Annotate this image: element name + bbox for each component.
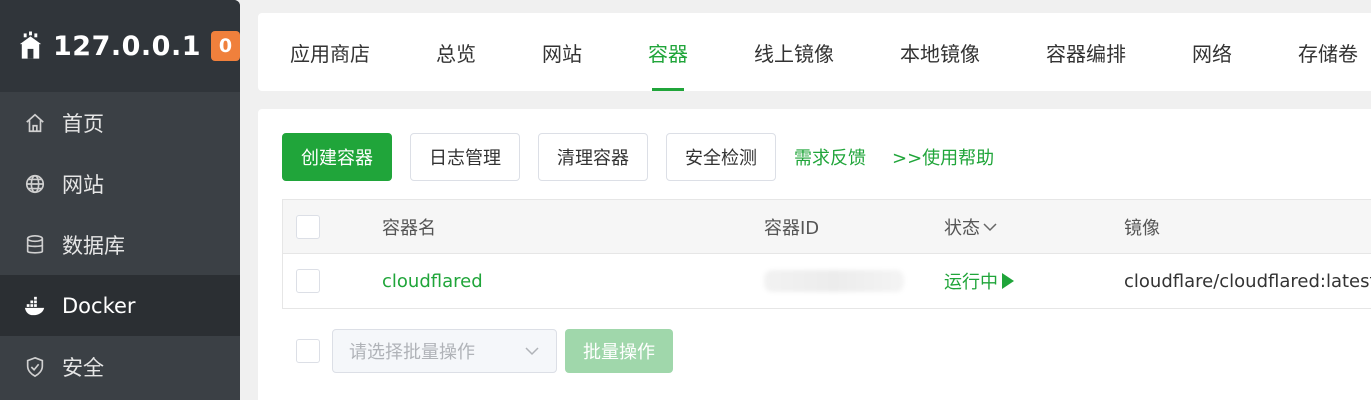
create-container-button[interactable]: 创建容器 [282, 133, 392, 181]
server-brand: 127.0.0.1 0 [0, 0, 240, 92]
batch-select-placeholder: 请选择批量操作 [349, 342, 475, 363]
container-id-redacted [764, 270, 904, 292]
container-image: cloudflare/cloudflared:latest [1124, 270, 1371, 292]
sidebar-item-docker[interactable]: Docker [0, 275, 240, 336]
header-status[interactable]: 状态 [944, 214, 998, 240]
clean-containers-button[interactable]: 清理容器 [538, 133, 648, 181]
database-icon [24, 234, 46, 256]
chevron-down-icon [525, 347, 539, 356]
batch-select-checkbox[interactable] [296, 339, 320, 363]
server-host: 127.0.0.1 [53, 30, 201, 62]
container-name-link[interactable]: cloudflared [382, 271, 483, 292]
container-status[interactable]: 运行中 [944, 268, 1014, 294]
docker-icon [24, 295, 46, 317]
sidebar-item-label: Docker [62, 293, 136, 318]
docker-tabs: 应用商店 总览 网站 容器 线上镜像 本地镜像 容器编排 网络 存储卷 [258, 13, 1371, 91]
notification-badge[interactable]: 0 [211, 31, 240, 61]
log-management-button[interactable]: 日志管理 [410, 133, 520, 181]
header-status-label: 状态 [944, 217, 980, 239]
header-id[interactable]: 容器ID [764, 214, 819, 240]
castle-logo-icon [19, 31, 42, 59]
table-row: cloudflared 运行中 cloudflare/cloudflared:l… [283, 254, 1371, 308]
security-check-button[interactable]: 安全检测 [666, 133, 776, 181]
sidebar-item-label: 网站 [62, 172, 104, 197]
tab-network[interactable]: 网络 [1159, 13, 1265, 91]
tab-online-images[interactable]: 线上镜像 [721, 13, 867, 91]
play-icon [1002, 273, 1014, 289]
sidebar-item-security[interactable]: 安全 [0, 336, 240, 397]
tab-volumes[interactable]: 存储卷 [1265, 13, 1371, 91]
batch-bar: 请选择批量操作 批量操作 [282, 329, 673, 373]
containers-panel: 创建容器 日志管理 清理容器 安全检测 需求反馈 >>使用帮助 容器名 容器ID… [258, 109, 1371, 400]
home-icon [24, 112, 46, 134]
select-all-checkbox[interactable] [296, 214, 320, 239]
sidebar-item-database[interactable]: 数据库 [0, 214, 240, 275]
table-header: 容器名 容器ID 状态 镜像 [283, 200, 1371, 254]
batch-action-select[interactable]: 请选择批量操作 [332, 329, 557, 373]
tab-websites[interactable]: 网站 [509, 13, 615, 91]
sidebar-item-websites[interactable]: 网站 [0, 153, 240, 214]
tab-containers[interactable]: 容器 [615, 13, 721, 91]
sidebar: 127.0.0.1 0 首页 网站 数据库 Docker 安全 [0, 0, 240, 400]
sidebar-item-home[interactable]: 首页 [0, 92, 240, 153]
tab-compose[interactable]: 容器编排 [1013, 13, 1159, 91]
row-checkbox[interactable] [296, 269, 320, 293]
chevron-down-icon [983, 222, 997, 231]
help-link[interactable]: >>使用帮助 [892, 144, 994, 170]
batch-action-button[interactable]: 批量操作 [565, 329, 673, 373]
feedback-link[interactable]: 需求反馈 [794, 144, 866, 170]
sidebar-item-label: 数据库 [62, 233, 125, 258]
toolbar: 创建容器 日志管理 清理容器 安全检测 需求反馈 >>使用帮助 [282, 133, 1020, 181]
header-name[interactable]: 容器名 [382, 214, 436, 240]
status-label: 运行中 [944, 272, 998, 293]
sidebar-item-label: 首页 [62, 111, 104, 136]
tab-overview[interactable]: 总览 [403, 13, 509, 91]
shield-icon [24, 356, 46, 378]
header-image[interactable]: 镜像 [1124, 214, 1160, 240]
globe-icon [24, 173, 46, 195]
containers-table: 容器名 容器ID 状态 镜像 cloudflared 运行中 cloudflar… [282, 199, 1371, 309]
sidebar-item-label: 安全 [62, 355, 104, 380]
tab-local-images[interactable]: 本地镜像 [867, 13, 1013, 91]
tab-app-store[interactable]: 应用商店 [258, 13, 403, 91]
